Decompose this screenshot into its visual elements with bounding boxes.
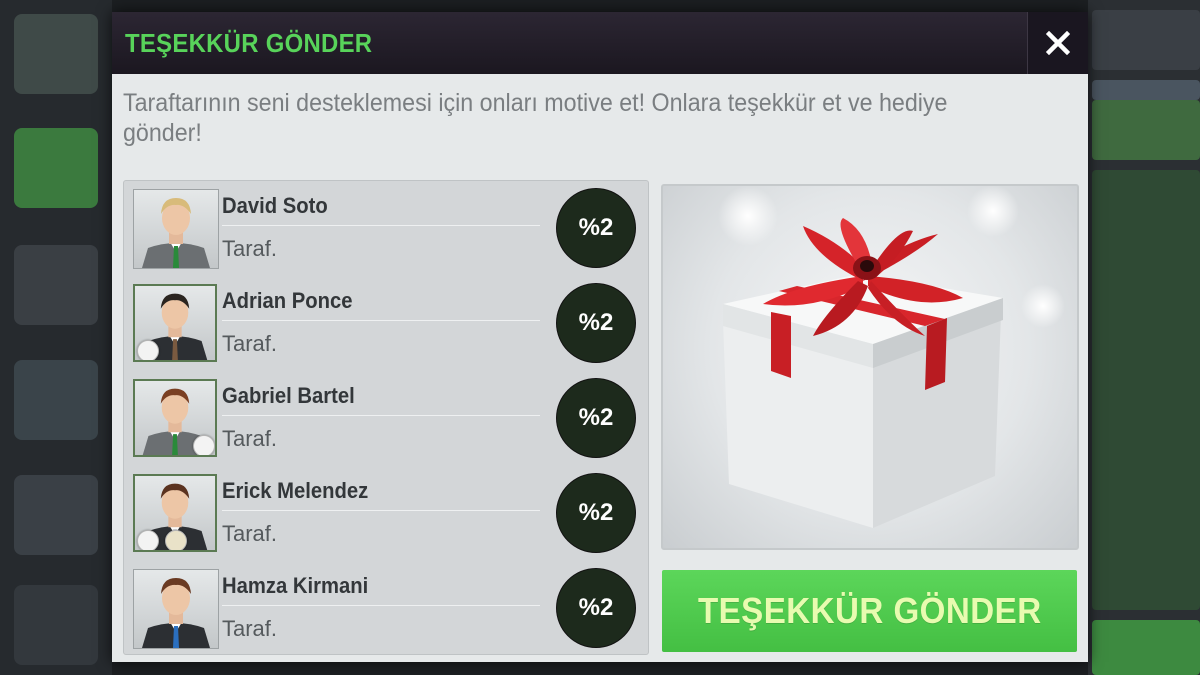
fan-avatar — [133, 474, 217, 552]
close-icon — [1046, 31, 1070, 55]
fan-row[interactable]: Gabriel Bartel Taraf. %2 — [124, 371, 648, 466]
close-button[interactable] — [1027, 12, 1088, 74]
person-icon — [142, 198, 210, 268]
gift-box-icon — [718, 186, 1065, 528]
person-icon — [142, 578, 210, 648]
fan-role: Taraf. — [222, 236, 278, 261]
background-tile — [1092, 80, 1200, 100]
fan-name: Adrian Ponce — [222, 288, 353, 313]
fan-role: Taraf. — [222, 521, 278, 546]
thank-fans-dialog: TEŞEKKÜR GÖNDER Taraftarının seni destek… — [112, 12, 1088, 662]
percent-badge: %2 — [557, 189, 635, 267]
background-tile — [14, 585, 98, 665]
fan-name: Gabriel Bartel — [222, 383, 355, 408]
dialog-description: Taraftarının seni desteklemesi için onla… — [123, 89, 948, 147]
fan-avatar — [133, 284, 217, 362]
fan-name: Hamza Kirmani — [222, 573, 369, 598]
fan-list[interactable]: David Soto Taraf. %2 Adrian Ponce Taraf. — [123, 180, 649, 655]
fan-name: David Soto — [222, 193, 328, 218]
percent-badge: %2 — [557, 474, 635, 552]
fan-row[interactable]: Adrian Ponce Taraf. %2 — [124, 276, 648, 371]
medal-icon — [193, 435, 215, 455]
background-tile — [14, 475, 98, 555]
gift-image-panel — [661, 184, 1079, 550]
row-divider — [222, 510, 540, 511]
fan-role: Taraf. — [222, 426, 278, 451]
background-tile — [14, 360, 98, 440]
fan-row[interactable]: Hamza Kirmani Taraf. %2 — [124, 561, 648, 656]
fan-row[interactable]: David Soto Taraf. %2 — [124, 181, 648, 276]
percent-badge: %2 — [557, 569, 635, 647]
background-tile — [14, 128, 98, 208]
fan-row[interactable]: Erick Melendez Taraf. %2 — [124, 466, 648, 561]
fan-role: Taraf. — [222, 331, 278, 356]
background-tile — [14, 14, 98, 94]
trophy-icon — [137, 340, 159, 360]
dialog-title-bar: TEŞEKKÜR GÖNDER — [112, 12, 1088, 74]
row-divider — [222, 225, 540, 226]
background-tile — [1092, 10, 1200, 70]
fan-name: Erick Melendez — [222, 478, 369, 503]
background-tile — [1092, 100, 1200, 160]
background-tile — [1092, 170, 1200, 610]
background-tile — [14, 245, 98, 325]
row-divider — [222, 415, 540, 416]
send-thanks-button[interactable]: TEŞEKKÜR GÖNDER — [662, 570, 1077, 652]
dialog-title: TEŞEKKÜR GÖNDER — [125, 28, 373, 58]
fan-avatar — [133, 379, 217, 457]
row-divider — [222, 320, 540, 321]
trophy-icon — [165, 530, 187, 550]
row-divider — [222, 605, 540, 606]
send-thanks-button-label: TEŞEKKÜR GÖNDER — [697, 590, 1042, 631]
percent-badge: %2 — [557, 284, 635, 362]
background-sidebar — [0, 0, 112, 675]
percent-badge: %2 — [557, 379, 635, 457]
background-tile — [1092, 620, 1200, 675]
trophy-icon — [137, 530, 159, 550]
fan-avatar — [133, 569, 219, 649]
fan-role: Taraf. — [222, 616, 278, 641]
fan-avatar — [133, 189, 219, 269]
